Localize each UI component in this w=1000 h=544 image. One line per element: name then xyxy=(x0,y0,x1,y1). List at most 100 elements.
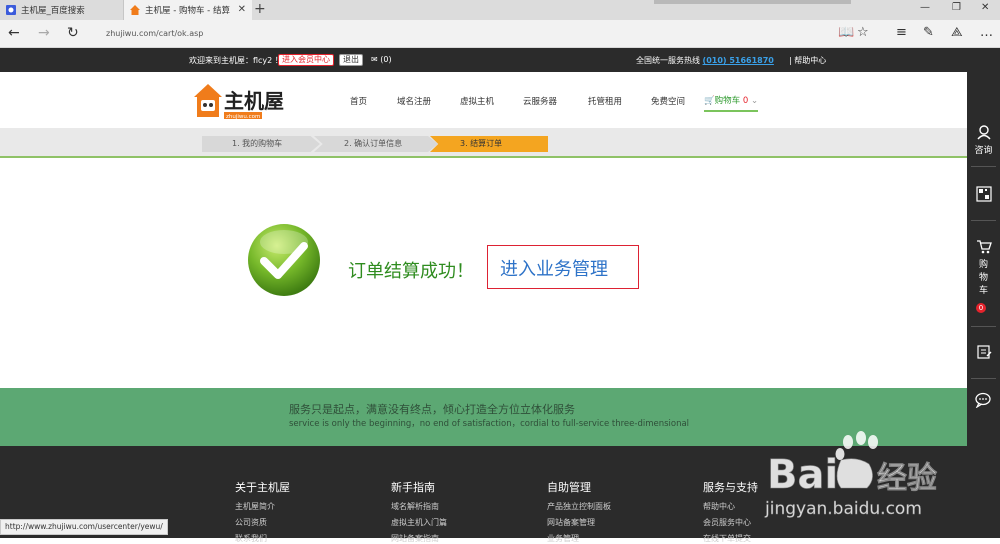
sidebar-chat[interactable] xyxy=(967,392,1000,411)
new-tab-button[interactable]: + xyxy=(254,1,266,17)
messages-link[interactable]: ✉ (0) xyxy=(371,55,392,64)
footer-guide-title: 新手指南 xyxy=(391,481,435,494)
slogan-english: service is only the beginning，no end of … xyxy=(289,419,690,429)
hub-icon[interactable]: ≡ xyxy=(896,25,907,40)
step-confirm-order: 2. 确认订单信息 xyxy=(314,136,438,152)
footer-link[interactable]: 业务管理 xyxy=(547,533,579,544)
baidu-favicon-icon xyxy=(6,5,16,15)
sidebar-consult-label: 咨询 xyxy=(974,146,993,156)
site-top-bar: 欢迎来到主机屋：flcy2 ！ 进入会员中心 退出 ✉ (0) 全国统一服务热线… xyxy=(0,48,967,72)
restore-icon[interactable]: ❐ xyxy=(952,2,961,13)
member-center-button[interactable]: 进入会员中心 xyxy=(278,54,334,66)
footer-link[interactable]: 公司资质 xyxy=(235,517,267,528)
welcome-text: 欢迎来到主机屋：flcy2 ！ xyxy=(189,56,283,65)
nav-home[interactable]: 首页 xyxy=(350,95,367,107)
browser-tab-bar: 主机屋_百度搜索 主机屋 - 购物车 - 结算 ✕ + — ❐ ✕ xyxy=(0,0,1000,20)
cart-icon: 🛒 xyxy=(704,96,715,106)
url-field[interactable]: zhujiwu.com/cart/ok.asp xyxy=(106,29,203,38)
cart-count: 0 xyxy=(742,96,749,106)
watermark-brand-cn: 经验 xyxy=(877,461,937,496)
favorite-star-icon[interactable]: ☆ xyxy=(857,25,869,40)
footer-link[interactable]: 网站备案管理 xyxy=(547,517,595,528)
watermark-domain: jingyan.baidu.com xyxy=(764,499,922,519)
hotline-label: 全国统一服务热线 xyxy=(636,56,700,65)
nav-free-space[interactable]: 免费空间 xyxy=(651,95,685,107)
close-icon[interactable]: ✕ xyxy=(238,4,246,15)
cart-label: 购物车 xyxy=(714,96,741,106)
help-center-label: 帮助中心 xyxy=(794,56,827,65)
enter-business-management-link[interactable]: 进入业务管理 xyxy=(500,255,608,281)
slogan-chinese: 服务只是起点，满意没有终点，倾心打造全方位立体化服务 xyxy=(289,403,575,416)
footer-link[interactable]: 产品独立控制面板 xyxy=(547,501,611,512)
sidebar-feedback[interactable] xyxy=(967,344,1000,363)
reading-view-icon[interactable]: 📖 xyxy=(838,25,854,40)
footer-link[interactable]: 联系我们 xyxy=(235,533,267,544)
qrcode-icon xyxy=(975,186,992,202)
tab-cart-checkout[interactable]: 主机屋 - 购物车 - 结算 ✕ xyxy=(124,0,252,20)
sidebar-cart-char: 车 xyxy=(978,286,988,296)
share-icon[interactable]: ⟁ xyxy=(951,25,963,40)
service-hotline: 全国统一服务热线 (010) 51661870 xyxy=(636,55,774,66)
checkout-steps: 1. 我的购物车 2. 确认订单信息 3. 结算订单 xyxy=(0,128,967,158)
watermark-brand: Bai xyxy=(767,452,838,498)
sidebar-consult[interactable]: 咨询 xyxy=(967,124,1000,156)
sidebar-cart[interactable]: 购 物 车 xyxy=(967,240,1000,296)
site-header: 主机屋 zhujiwu.com 首页 域名注册 虚拟主机 云服务器 托管租用 免… xyxy=(0,72,967,128)
sidebar-cart-char: 物 xyxy=(978,273,988,283)
step-checkout: 3. 结算订单 xyxy=(430,136,548,152)
divider xyxy=(971,166,996,167)
window-drag-region[interactable] xyxy=(654,0,851,4)
address-bar: ← → ↻ zhujiwu.com/cart/ok.asp 📖 ☆ ≡ ✎ ⟁ … xyxy=(0,20,1000,48)
baidu-jingyan-watermark: Bai 经验 jingyan.baidu.com xyxy=(764,431,937,519)
main-content: 订单结算成功！ 进入业务管理 xyxy=(0,160,967,388)
window-close-icon[interactable]: ✕ xyxy=(981,2,989,13)
cart-icon xyxy=(976,240,992,254)
tab-title: 主机屋_百度搜索 xyxy=(21,6,85,16)
separator: | xyxy=(789,56,792,65)
footer-link[interactable]: 会员服务中心 xyxy=(703,517,751,528)
web-note-icon[interactable]: ✎ xyxy=(923,25,934,40)
nav-domain-register[interactable]: 域名注册 xyxy=(397,95,431,107)
zhujiwu-logo[interactable]: 主机屋 zhujiwu.com xyxy=(192,81,298,121)
footer-link[interactable]: 域名解析指南 xyxy=(391,501,439,512)
house-favicon-icon xyxy=(130,5,140,15)
divider xyxy=(971,326,996,327)
order-success-text: 订单结算成功！ xyxy=(348,261,474,282)
divider xyxy=(971,220,996,221)
edit-note-icon xyxy=(976,345,991,359)
floating-sidebar: 咨询 购 物 车 xyxy=(967,48,1000,538)
message-count: (0) xyxy=(380,55,392,64)
nav-cloud-server[interactable]: 云服务器 xyxy=(523,95,557,107)
logo-text: 主机屋 xyxy=(224,89,284,113)
back-arrow-icon[interactable]: ← xyxy=(8,25,20,41)
step-my-cart: 1. 我的购物车 xyxy=(202,136,320,152)
footer-link[interactable]: 网站备案指南 xyxy=(391,533,439,544)
browser-status-url: http://www.zhujiwu.com/usercenter/yewu/ xyxy=(0,519,168,535)
footer-link[interactable]: 在线下单提交 xyxy=(703,533,751,544)
sidebar-qrcode[interactable] xyxy=(967,186,1000,205)
logout-button[interactable]: 退出 xyxy=(339,54,363,66)
nav-hosting-rental[interactable]: 托管租用 xyxy=(588,95,622,107)
tab-title: 主机屋 - 购物车 - 结算 xyxy=(145,6,230,16)
headset-icon xyxy=(976,125,991,140)
nav-shopping-cart[interactable]: 🛒购物车 0 ⌄ xyxy=(704,94,759,112)
footer-link[interactable]: 主机屋简介 xyxy=(235,501,275,512)
tab-baidu-search[interactable]: 主机屋_百度搜索 xyxy=(0,0,124,20)
chevron-down-icon: ⌄ xyxy=(750,96,759,106)
nav-virtual-host[interactable]: 虚拟主机 xyxy=(460,95,494,107)
footer-self-service-title: 自助管理 xyxy=(547,481,591,494)
more-icon[interactable]: … xyxy=(980,25,993,40)
sidebar-cart-char: 购 xyxy=(978,260,988,270)
envelope-icon: ✉ xyxy=(371,55,378,64)
sidebar-cart-count-badge: 0 xyxy=(976,303,986,313)
minimize-icon[interactable]: — xyxy=(920,2,930,13)
chat-bubble-icon xyxy=(974,392,991,409)
forward-arrow-icon[interactable]: → xyxy=(38,25,50,41)
hotline-number[interactable]: (010) 51661870 xyxy=(703,56,774,65)
help-center-link[interactable]: | 帮助中心 xyxy=(789,55,826,66)
refresh-icon[interactable]: ↻ xyxy=(67,25,79,41)
footer-link[interactable]: 虚拟主机入门篇 xyxy=(391,517,447,528)
divider xyxy=(971,378,996,379)
footer-link[interactable]: 帮助中心 xyxy=(703,501,735,512)
logo-sub: zhujiwu.com xyxy=(226,114,260,120)
